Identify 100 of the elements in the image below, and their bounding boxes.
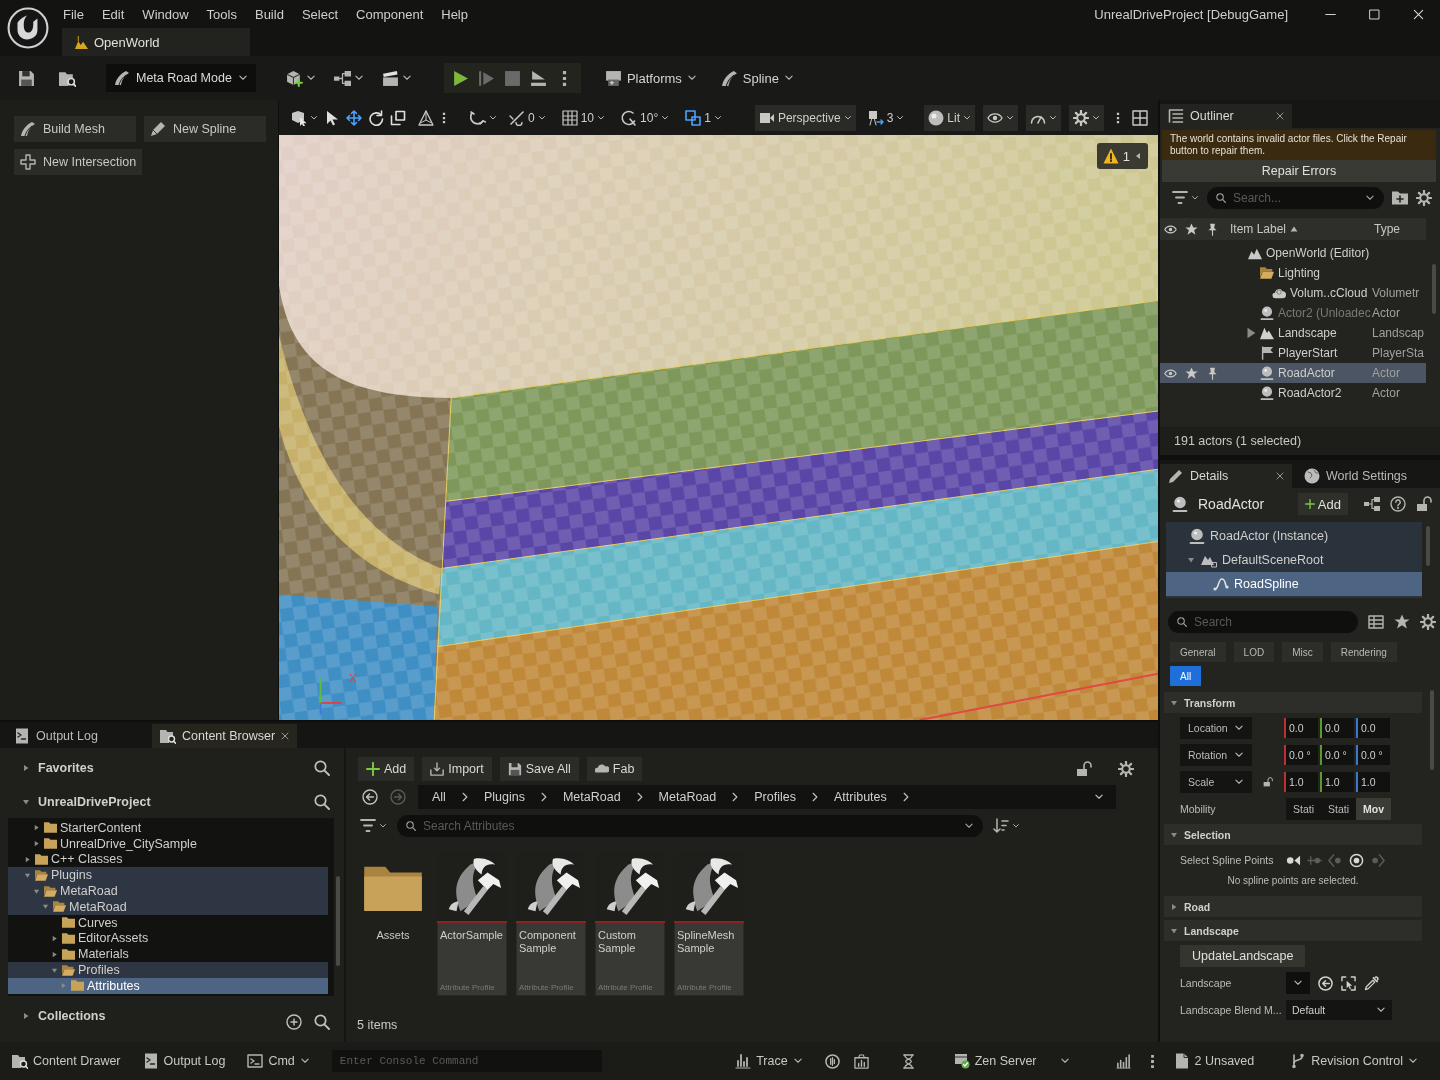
number-field[interactable]: 1.0 — [1284, 772, 1318, 792]
performance-button[interactable] — [1026, 104, 1061, 131]
section-header[interactable]: Road — [1164, 896, 1422, 917]
mode-tool-button[interactable]: Build Mesh — [14, 116, 136, 142]
caret-icon[interactable] — [379, 822, 387, 830]
filter-tab[interactable]: LOD — [1233, 642, 1275, 662]
scale-icon[interactable] — [390, 109, 406, 126]
folder-tree-item[interactable]: MetaRoad — [8, 883, 328, 899]
component-row[interactable]: DefaultSceneRoot — [1166, 548, 1422, 572]
caret-icon[interactable] — [310, 113, 318, 122]
component-row[interactable]: RoadSpline — [1166, 572, 1422, 596]
folder-tree-item[interactable]: Profiles — [8, 962, 328, 978]
help-icon[interactable] — [1390, 496, 1406, 512]
landscape-dropdown[interactable] — [1286, 972, 1310, 994]
trace-menu[interactable]: Trace — [735, 1053, 803, 1069]
breadcrumb-link[interactable]: Plugins — [483, 790, 525, 804]
settings-icon[interactable] — [1416, 190, 1432, 206]
revision-control-menu[interactable]: Revision Control — [1290, 1053, 1418, 1069]
spline-menu[interactable]: Spline — [720, 69, 794, 87]
asset-tile[interactable]: Component Sample Attribute Profile — [516, 851, 586, 996]
add-component-button[interactable]: Add — [1297, 493, 1348, 515]
unlocked-icon[interactable] — [1263, 777, 1273, 787]
caret-icon[interactable] — [401, 73, 412, 83]
mobility-option[interactable]: Stati — [1321, 798, 1356, 820]
scrollbar[interactable] — [1432, 264, 1436, 314]
mode-dropdown[interactable]: Meta Road Mode — [106, 64, 256, 92]
expanded-arrow-icon[interactable] — [41, 903, 49, 911]
section-header[interactable]: Landscape — [1164, 920, 1422, 941]
outliner-row[interactable]: Landscape Landscap — [1160, 323, 1426, 343]
mode-tool-button[interactable]: New Spline — [144, 116, 266, 142]
filter-tab[interactable]: Misc — [1282, 642, 1323, 662]
blend-mode-dropdown[interactable]: Default — [1286, 1000, 1392, 1020]
column-header[interactable]: Type — [1374, 222, 1426, 236]
collapsed-arrow-icon[interactable] — [50, 934, 58, 942]
expanded-arrow-icon[interactable] — [32, 887, 40, 895]
maximize-icon[interactable] — [1368, 8, 1380, 20]
star-icon[interactable] — [1394, 614, 1410, 630]
cube-cursor-icon[interactable] — [291, 109, 307, 126]
search-field[interactable]: Search — [1168, 611, 1358, 633]
transform-dropdown[interactable]: Rotation — [1180, 744, 1252, 766]
outliner-row[interactable]: Lighting — [1160, 263, 1426, 283]
nodes-icon[interactable] — [1364, 496, 1380, 512]
step-icon[interactable] — [477, 69, 495, 87]
stop-icon[interactable] — [503, 69, 521, 87]
menu-item[interactable]: Edit — [92, 6, 134, 22]
close-icon[interactable] — [1276, 472, 1284, 480]
eye-icon[interactable] — [1164, 222, 1177, 236]
panel-tab[interactable]: Details — [1160, 464, 1292, 488]
expanded-arrow-icon[interactable] — [23, 871, 31, 879]
unlocked-icon[interactable] — [1416, 496, 1432, 512]
asset-tile[interactable]: SplineMesh Sample Attribute Profile — [674, 851, 744, 996]
table-icon[interactable] — [1368, 614, 1384, 630]
toolbar-button[interactable]: Import — [422, 757, 492, 781]
cube-plus-icon[interactable] — [285, 69, 303, 87]
asset-tile[interactable]: Custom Sample Attribute Profile — [595, 851, 665, 996]
breadcrumb-link[interactable]: All — [432, 790, 446, 804]
record-icon[interactable] — [824, 1053, 840, 1069]
expanded-arrow-icon[interactable] — [1187, 556, 1195, 564]
close-icon[interactable] — [1276, 112, 1284, 120]
add-circle-icon[interactable] — [286, 1014, 302, 1030]
pin-icon[interactable] — [1206, 366, 1219, 380]
clapper-icon[interactable] — [381, 69, 399, 87]
collections-header[interactable]: Collections — [0, 1004, 344, 1028]
play-icon[interactable] — [451, 69, 469, 87]
search-icon[interactable] — [314, 794, 330, 810]
rotation-snap-button[interactable]: 10° — [617, 104, 674, 131]
folder-tree-item[interactable]: EditorAssets — [8, 930, 328, 947]
number-field[interactable]: 0.0 ° — [1356, 745, 1390, 765]
outliner-row[interactable]: Actor2 (UnloadecActor — [1160, 303, 1426, 323]
number-field[interactable]: 0.0 — [1284, 718, 1318, 738]
pivot-icon[interactable] — [418, 109, 434, 126]
breadcrumb-link[interactable]: MetaRoad — [562, 790, 621, 804]
asset-tile[interactable]: ActorSample Attribute Profile — [437, 851, 507, 996]
menu-item[interactable]: Help — [432, 6, 477, 22]
eject-icon[interactable] — [529, 69, 547, 87]
snap-icon[interactable] — [470, 109, 486, 126]
panel-tab[interactable]: Output Log — [6, 724, 146, 748]
section-header[interactable]: Selection — [1164, 824, 1422, 845]
save-icon[interactable] — [18, 69, 35, 87]
component-row[interactable]: RoadActor (Instance) — [1166, 524, 1422, 548]
folder-tree-item[interactable]: UnrealDrive_CitySample — [8, 835, 328, 852]
sort-icon[interactable] — [993, 818, 1009, 834]
view-mode-button[interactable]: Lit — [924, 104, 975, 131]
search-field[interactable]: Search... — [1207, 187, 1384, 209]
folder-tree-item[interactable]: Materials — [8, 946, 328, 963]
breadcrumb-link[interactable]: Attributes — [833, 790, 887, 804]
search-icon[interactable] — [314, 1014, 330, 1030]
collapsed-arrow-icon[interactable] — [32, 824, 40, 832]
breadcrumb-link[interactable]: MetaRoad — [658, 790, 717, 804]
toolbar-button[interactable]: Save All — [499, 757, 579, 781]
menu-item[interactable]: Window — [133, 6, 198, 22]
toolbar-button[interactable]: Add — [358, 757, 415, 781]
update-landscape-button[interactable]: UpdateLandscape — [1180, 945, 1306, 967]
caret-icon[interactable] — [1191, 194, 1199, 202]
unlocked-icon[interactable] — [1076, 761, 1092, 777]
folder-tree-item[interactable]: StarterContent — [8, 820, 328, 836]
panel-tab[interactable]: Content Browser — [152, 724, 298, 748]
collapsed-arrow-icon[interactable] — [50, 950, 58, 958]
snapshot-icon[interactable] — [853, 1053, 869, 1069]
scrollbar[interactable] — [1430, 690, 1434, 770]
